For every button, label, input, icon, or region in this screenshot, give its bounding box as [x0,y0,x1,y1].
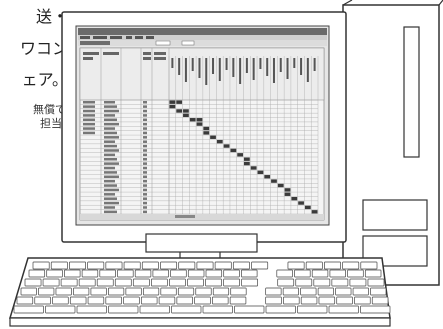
monitor-base [145,233,258,253]
drive-slot [403,26,420,158]
drive-bay-1 [362,199,428,231]
computer-drawing [8,0,443,327]
keyboard [8,257,391,327]
window-toolbar [78,40,327,46]
tower-pc [342,0,443,286]
illustration: 送・ ワコン ェア。 無償で 担当 [0,0,443,329]
window-title-bar [78,28,327,35]
screen-window [78,28,327,221]
